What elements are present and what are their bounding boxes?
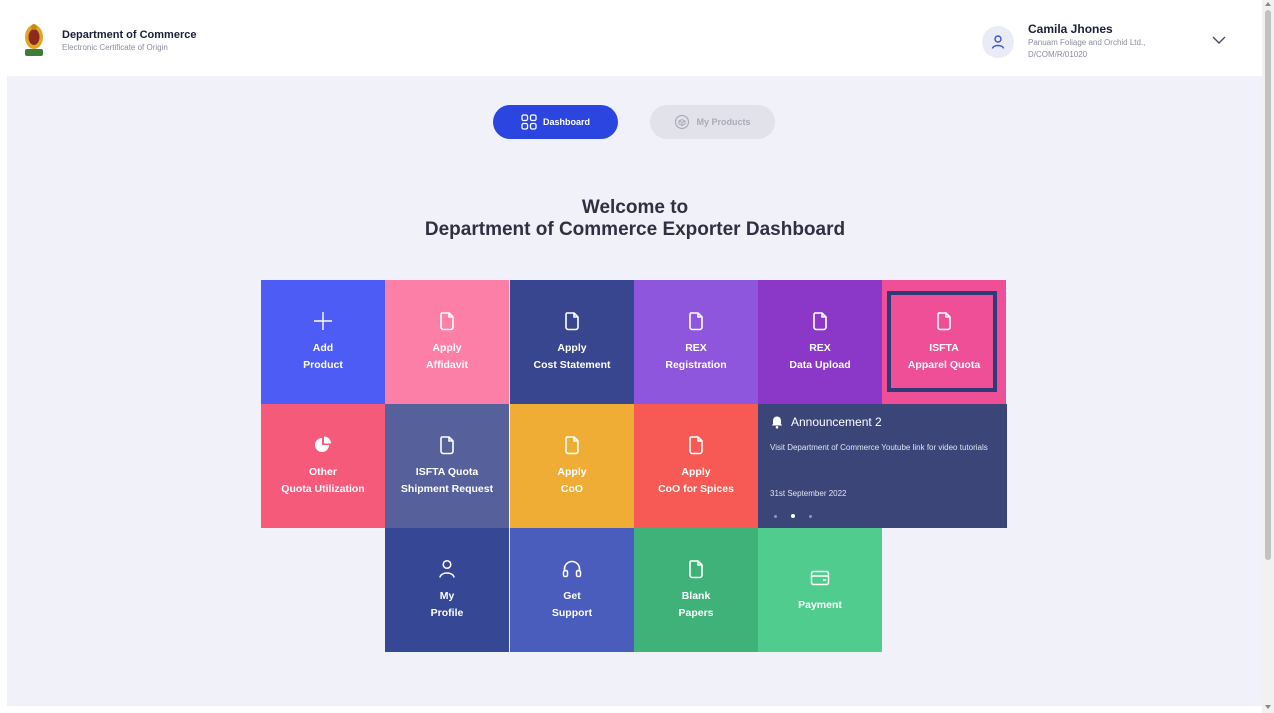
user-name: Camila Jhones [1028, 22, 1113, 36]
box-icon [675, 114, 690, 130]
tile-label-line1: REX [685, 342, 707, 354]
tile-label-line2: Quota Utilization [281, 483, 365, 495]
welcome-title: Welcome to [581, 197, 689, 218]
headset-icon [562, 560, 582, 578]
scroll-thumb[interactable] [1265, 10, 1271, 560]
bottom-edge [0, 706, 1262, 713]
tile-label-line1: Other [308, 466, 337, 478]
apply-coo-tile[interactable]: Apply CoO [510, 404, 634, 528]
tile-label-line1: Blank [681, 590, 711, 602]
rex-registration-tile[interactable]: REX Registration [634, 280, 758, 404]
tile-label-line2: Shipment Request [400, 483, 494, 495]
tile-label-line2: Cost Statement [533, 359, 611, 371]
tile-label-line2: Profile [430, 607, 464, 619]
tile-label-line2: CoO for Spices [658, 483, 734, 495]
tile-label-line2: Payment [798, 598, 842, 611]
announcement-panel[interactable]: Announcement 2 Visit Department of Comme… [758, 404, 1007, 528]
get-support-tile[interactable]: Get Support [510, 528, 634, 652]
tile-label-line1: Apply [557, 466, 587, 478]
document-icon [440, 312, 454, 331]
tile-label-line1: Get [563, 590, 581, 602]
apply-cost-statement-tile[interactable]: Apply Cost Statement [510, 280, 634, 404]
announcement-title: Announcement 2 [791, 415, 882, 429]
apply-affidavit-tile[interactable]: Apply Affidavit [385, 280, 509, 404]
tab-my-products[interactable]: My Products [650, 105, 775, 139]
tile-label-line2: Registration [665, 359, 727, 371]
plus-icon [314, 312, 332, 330]
blank-papers-tile[interactable]: Blank Papers [634, 528, 758, 652]
carousel-dot-active[interactable] [791, 514, 795, 518]
tile-label-line2: Data Upload [789, 359, 851, 371]
government-emblem-icon [25, 24, 43, 56]
welcome-subtitle: Department of Commerce Exporter Dashboar… [424, 219, 846, 240]
tile-label-line1: Apply [681, 466, 711, 478]
apply-coo-for-spices-tile[interactable]: Apply CoO for Spices [634, 404, 758, 528]
tab-dashboard-label: Dashboard [542, 117, 590, 127]
tile-label-line2: Papers [678, 607, 714, 619]
left-edge [0, 76, 7, 713]
top-header: Department of Commerce Electronic Certif… [0, 0, 1262, 76]
tile-label-line1: ISFTA Quota [415, 466, 479, 478]
tab-my-products-label: My Products [696, 117, 751, 127]
user-organization: Panuam Foliage and Orchid Ltd., [1028, 38, 1146, 47]
document-icon [689, 436, 703, 455]
user-avatar[interactable] [982, 26, 1014, 58]
carousel-dot[interactable] [774, 514, 777, 518]
tile-label-line2: CoO [560, 483, 584, 495]
my-profile-tile[interactable]: My Profile [385, 528, 509, 652]
isfta-quota-shipment-request-tile[interactable]: ISFTA Quota Shipment Request [385, 404, 509, 528]
other-quota-utilization-tile[interactable]: Other Quota Utilization [261, 404, 385, 528]
carousel-dots [774, 514, 812, 518]
tile-label-line2: Affidavit [426, 359, 468, 371]
tile-label-line1: Apply [432, 342, 462, 354]
tile-label-line1: REX [809, 342, 831, 354]
document-icon [440, 436, 454, 455]
announcement-date: 31st September 2022 [770, 489, 847, 498]
announcement-body: Visit Department of Commerce Youtube lin… [770, 443, 988, 452]
document-icon [565, 436, 579, 455]
user-id: D/COM/R/01020 [1028, 50, 1088, 59]
carousel-dot[interactable] [809, 514, 812, 518]
document-icon [689, 312, 703, 331]
rex-data-upload-tile[interactable]: REX Data Upload [758, 280, 882, 404]
org-subtitle: Electronic Certificate of Origin [62, 43, 168, 52]
document-icon [813, 312, 827, 331]
vertical-scrollbar[interactable] [1262, 0, 1274, 713]
org-name: Department of Commerce [62, 29, 197, 41]
chevron-down-icon[interactable] [1211, 34, 1227, 46]
tile-focus-outline [887, 291, 997, 392]
scroll-down-arrow-icon[interactable] [1265, 705, 1271, 709]
tile-label-line1: Apply [557, 342, 587, 354]
document-icon [565, 312, 579, 331]
user-icon [991, 35, 1005, 49]
add-product-tile[interactable]: Add Product [261, 280, 385, 404]
user-icon [439, 559, 455, 578]
scroll-up-arrow-icon[interactable] [1265, 2, 1271, 6]
tile-label-line2: Support [551, 607, 593, 619]
bell-icon [771, 416, 783, 429]
grid-icon [521, 114, 537, 130]
document-icon [689, 560, 703, 579]
tab-dashboard[interactable]: Dashboard [493, 105, 618, 139]
tile-label-line1: My [439, 590, 455, 602]
tile-label-line2: Product [303, 359, 343, 371]
payment-tile[interactable]: Payment [758, 528, 882, 652]
wallet-icon [810, 570, 830, 585]
tile-label-line1: Add [312, 342, 334, 354]
pie-chart-icon [315, 436, 331, 452]
